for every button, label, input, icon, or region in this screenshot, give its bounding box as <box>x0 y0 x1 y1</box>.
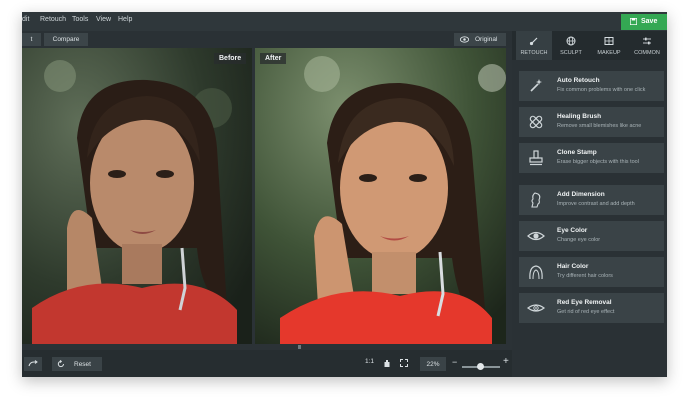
tab-sculpt-label: SCULPT <box>560 50 582 56</box>
healing-brush-icon <box>529 115 543 129</box>
compare-label: Compare <box>52 36 80 43</box>
zoom-value: 22% <box>426 361 440 368</box>
menu-edit[interactable]: dit <box>22 16 29 23</box>
tool-healing-brush[interactable]: Healing Brush Remove small blemishes lik… <box>519 107 664 137</box>
reset-icon <box>57 360 64 368</box>
fullscreen-icon[interactable] <box>400 359 408 367</box>
photo-canvas[interactable]: Before After <box>22 48 512 350</box>
zoom-in-button[interactable]: + <box>503 356 509 367</box>
menu-retouch[interactable]: Retouch <box>40 16 66 23</box>
tool-add-dimension[interactable]: Add Dimension Improve contrast and add d… <box>519 185 664 215</box>
tool-eye-color[interactable]: Eye Color Change eye color <box>519 221 664 251</box>
left-view-button[interactable]: t <box>22 33 41 46</box>
sliders-icon <box>643 37 651 45</box>
hair-color-icon <box>529 265 543 280</box>
tool-desc: Fix common problems with one click <box>557 87 646 93</box>
tool-hair-color[interactable]: Hair Color Try different hair colors <box>519 257 664 287</box>
red-eye-icon <box>527 304 545 312</box>
original-label: Original <box>475 36 498 43</box>
tool-desc: Remove small blemishes like acne <box>557 123 642 129</box>
redo-button[interactable] <box>24 357 42 371</box>
menu-bar: dit Retouch Tools View Help Save <box>22 12 667 31</box>
save-button[interactable]: Save <box>621 14 667 30</box>
tool-tabs: RETOUCH SCULPT MAKEUP COMMON <box>512 31 667 60</box>
tab-makeup[interactable]: MAKEUP <box>590 31 628 60</box>
save-icon <box>630 18 637 25</box>
clone-stamp-icon <box>529 150 543 166</box>
before-after-photo <box>22 48 512 350</box>
tool-title: Eye Color <box>557 227 588 234</box>
compare-button[interactable]: Compare <box>44 33 88 46</box>
save-label: Save <box>641 18 658 25</box>
scrollbar-grip[interactable] <box>298 345 301 349</box>
after-label: After <box>260 53 287 64</box>
compare-divider[interactable] <box>252 48 255 350</box>
hand-icon[interactable] <box>383 359 391 368</box>
tab-sculpt[interactable]: SCULPT <box>552 31 590 60</box>
tab-retouch[interactable]: RETOUCH <box>516 31 552 60</box>
globe-icon <box>566 36 576 46</box>
app-window: dit Retouch Tools View Help Save t Compa… <box>22 12 667 377</box>
bottom-bar: Reset 1:1 22% − + <box>22 350 512 377</box>
brush-icon <box>529 37 538 46</box>
tool-desc: Improve contrast and add depth <box>557 201 635 207</box>
tab-retouch-label: RETOUCH <box>520 50 548 56</box>
zoom-slider-thumb[interactable] <box>477 363 484 370</box>
tool-desc: Try different hair colors <box>557 273 613 279</box>
palette-icon <box>604 37 614 45</box>
top-toolbar: t Compare Original <box>22 31 512 48</box>
tab-common-label: COMMON <box>634 50 660 56</box>
left-view-label: t <box>30 36 33 43</box>
tool-title: Auto Retouch <box>557 77 600 84</box>
eye-color-icon <box>527 231 545 241</box>
tool-title: Red Eye Removal <box>557 299 612 306</box>
auto-retouch-icon <box>530 79 542 92</box>
tool-red-eye-removal[interactable]: Red Eye Removal Get rid of red eye effec… <box>519 293 664 323</box>
tool-title: Hair Color <box>557 263 589 270</box>
add-dimension-icon <box>531 192 541 208</box>
tool-desc: Erase bigger objects with this tool <box>557 159 639 165</box>
tool-title: Clone Stamp <box>557 149 597 156</box>
tab-makeup-label: MAKEUP <box>597 50 621 56</box>
zoom-level[interactable]: 22% <box>420 357 446 371</box>
menu-view[interactable]: View <box>96 16 111 23</box>
tool-title: Healing Brush <box>557 113 602 120</box>
reset-button[interactable]: Reset <box>52 357 102 371</box>
zoom-out-button[interactable]: − <box>452 357 457 367</box>
tools-panel: Auto Retouch Fix common problems with on… <box>512 60 667 377</box>
tool-auto-retouch[interactable]: Auto Retouch Fix common problems with on… <box>519 71 664 101</box>
tab-common[interactable]: COMMON <box>628 31 666 60</box>
before-label: Before <box>214 53 247 64</box>
tool-desc: Change eye color <box>557 237 601 243</box>
tool-title: Add Dimension <box>557 191 605 198</box>
tool-clone-stamp[interactable]: Clone Stamp Erase bigger objects with th… <box>519 143 664 173</box>
tool-desc: Get rid of red eye effect <box>557 309 615 315</box>
eye-icon <box>460 36 469 43</box>
menu-tools[interactable]: Tools <box>72 16 88 23</box>
original-button[interactable]: Original <box>454 33 506 46</box>
redo-icon <box>28 360 38 367</box>
reset-label: Reset <box>74 361 91 368</box>
fit-ratio-button[interactable]: 1:1 <box>365 358 374 365</box>
menu-help[interactable]: Help <box>118 16 132 23</box>
